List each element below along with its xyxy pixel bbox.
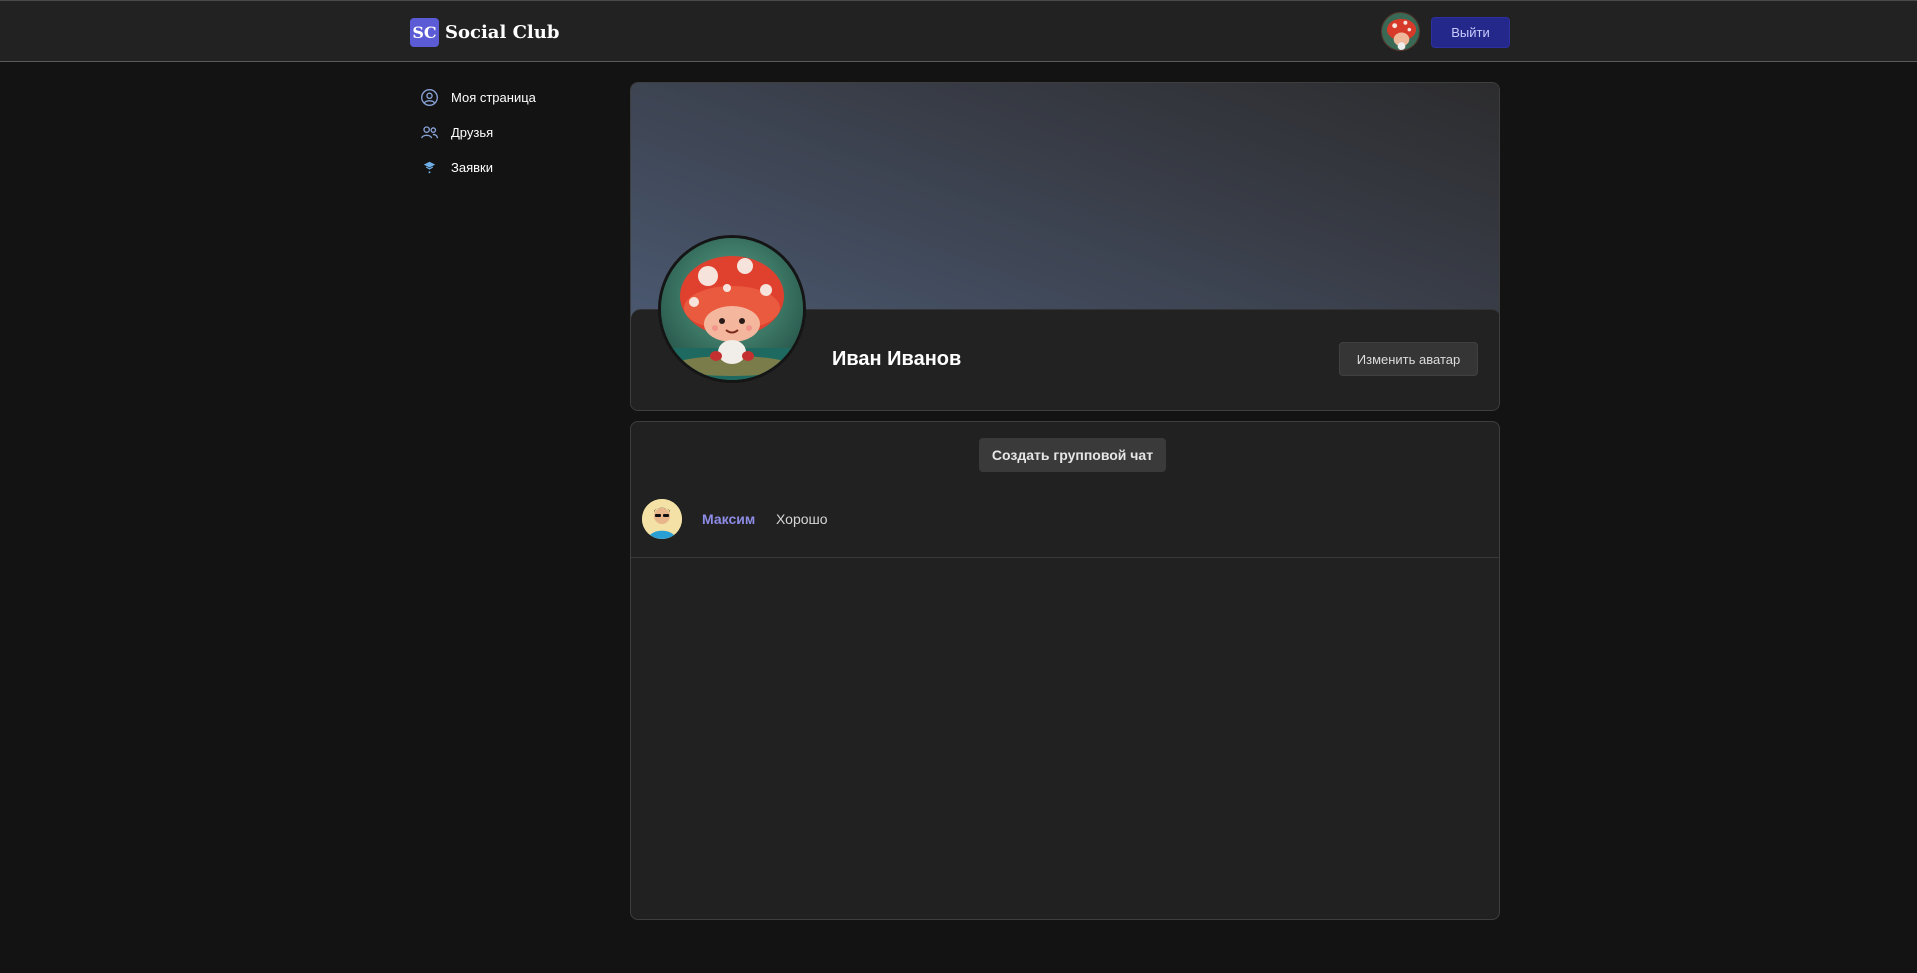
person-avatar-icon	[642, 499, 682, 539]
chat-list-item[interactable]: Максим Хорошо	[631, 492, 1499, 558]
mushroom-avatar-icon	[1382, 13, 1419, 50]
mushroom-avatar-icon	[661, 238, 803, 380]
create-group-chat-button[interactable]: Создать групповой чат	[979, 438, 1166, 472]
chat-last-message: Хорошо	[776, 511, 828, 527]
change-avatar-button[interactable]: Изменить аватар	[1339, 342, 1478, 376]
requests-icon	[423, 161, 436, 174]
sidebar-item-label: Друзья	[451, 125, 494, 140]
chat-contact-name: Максим	[702, 511, 756, 527]
sidebar-item-requests[interactable]: Заявки	[420, 150, 600, 185]
profile-name: Иван Иванов	[832, 348, 962, 370]
profile-card: Иван Иванов Изменить аватар	[630, 82, 1500, 411]
header-avatar[interactable]	[1381, 12, 1420, 51]
sidebar: Моя страница Друзья Заявки	[420, 80, 600, 185]
top-header: SC Social Club Выйти	[0, 0, 1917, 62]
profile-avatar[interactable]	[658, 235, 806, 383]
sidebar-item-friends[interactable]: Друзья	[420, 115, 600, 150]
chats-card: Создать групповой чат Максим Хорошо	[630, 421, 1500, 920]
logo[interactable]: SC Social Club	[410, 18, 559, 47]
friends-icon	[421, 126, 439, 139]
logo-badge: SC	[410, 18, 439, 47]
chat-avatar	[642, 499, 682, 539]
logo-text: Social Club	[445, 22, 560, 43]
sidebar-item-my-page[interactable]: Моя страница	[420, 80, 600, 115]
user-circle-icon	[421, 89, 438, 106]
sidebar-item-label: Моя страница	[451, 90, 536, 105]
sidebar-item-label: Заявки	[451, 160, 493, 175]
logout-button[interactable]: Выйти	[1431, 17, 1510, 48]
